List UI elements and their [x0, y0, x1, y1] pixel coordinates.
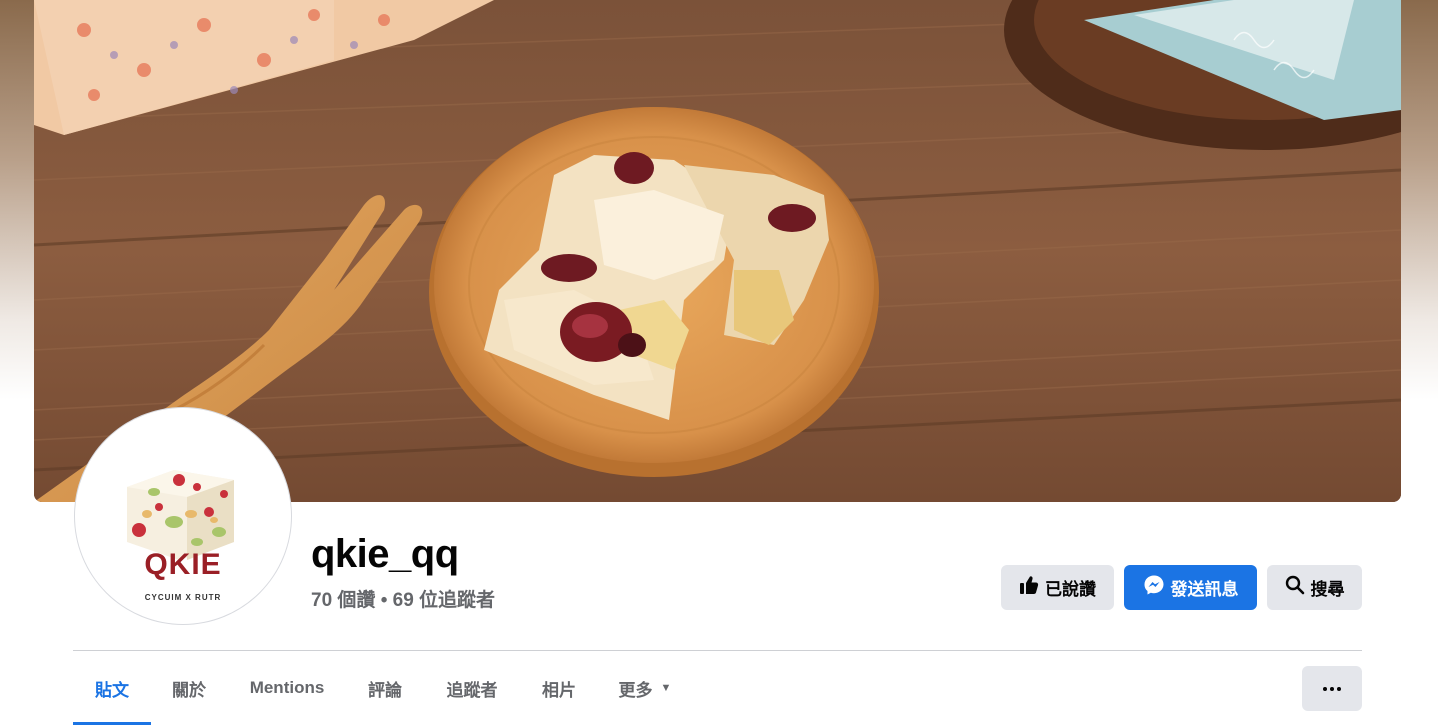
tab-label: 評論	[368, 680, 402, 700]
logo-wordmark: QKIE	[144, 548, 221, 581]
page-stats[interactable]: 70 個讚 • 69 位追蹤者	[311, 585, 495, 612]
search-icon	[1285, 575, 1305, 600]
caret-down-icon: ▼	[660, 682, 672, 694]
more-options-button[interactable]	[1302, 666, 1362, 711]
send-message-label: 發送訊息	[1170, 580, 1239, 599]
page-title: qkie_qq	[311, 532, 459, 576]
tab-mentions[interactable]: Mentions	[227, 651, 347, 725]
liked-button-label: 已說讚	[1045, 580, 1096, 599]
tab-label: 相片	[542, 680, 576, 700]
logo-subtext: CYCUIM X RUTR	[145, 593, 222, 602]
page-tabs: 貼文 關於 Mentions 評論 追蹤者 相片 更多 ▼	[73, 651, 693, 725]
tab-label: 關於	[172, 680, 206, 700]
ellipsis-icon	[1323, 686, 1341, 691]
messenger-icon	[1143, 574, 1165, 601]
tab-about[interactable]: 關於	[151, 651, 227, 725]
search-label: 搜尋	[1310, 580, 1345, 599]
tab-label: 更多	[618, 680, 653, 700]
tab-label: 追蹤者	[446, 680, 498, 700]
send-message-button[interactable]: 發送訊息	[1124, 565, 1257, 610]
liked-button[interactable]: 已說讚	[1001, 565, 1114, 610]
tab-label: 貼文	[95, 680, 129, 700]
thumbs-up-icon	[1019, 575, 1039, 600]
tab-photos[interactable]: 相片	[521, 651, 597, 725]
tab-followers[interactable]: 追蹤者	[423, 651, 521, 725]
tab-reviews[interactable]: 評論	[347, 651, 423, 725]
tab-label: Mentions	[249, 678, 325, 697]
search-page-button[interactable]: 搜尋	[1267, 565, 1362, 610]
tab-more[interactable]: 更多 ▼	[597, 651, 693, 725]
tab-posts[interactable]: 貼文	[73, 651, 151, 725]
profile-picture[interactable]: QKIE CYCUIM X RUTR	[75, 408, 291, 624]
